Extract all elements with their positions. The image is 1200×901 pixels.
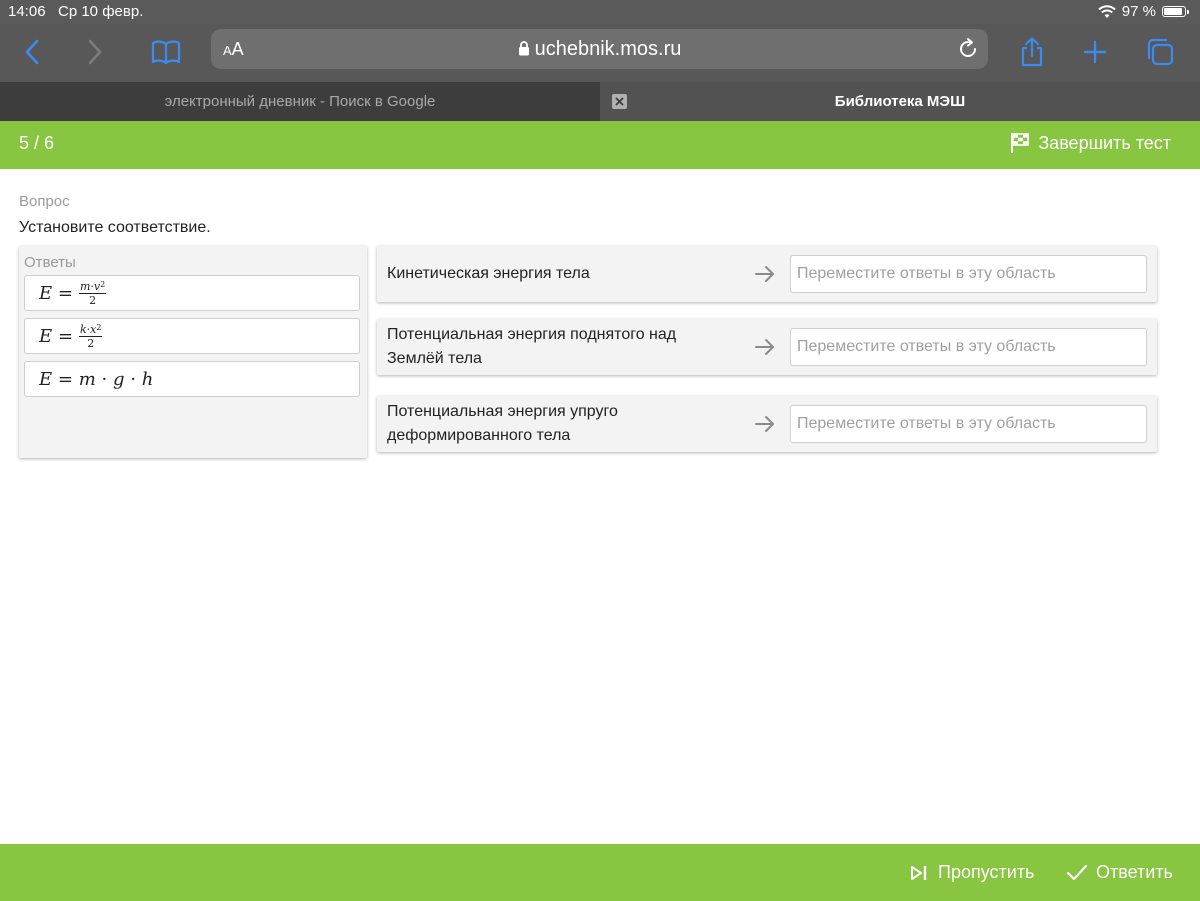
formula: E = m·v2 2 xyxy=(39,279,107,307)
answers-title: Ответы xyxy=(24,254,76,271)
forward-button[interactable] xyxy=(77,34,113,70)
share-icon xyxy=(1021,37,1043,67)
flag-icon xyxy=(1011,133,1030,153)
new-tab-button[interactable] xyxy=(1077,34,1113,70)
status-bar: 14:06 Ср 10 февр. 97 % xyxy=(0,0,1200,24)
check-icon xyxy=(1066,864,1088,880)
skip-button[interactable]: Пропустить xyxy=(910,862,1034,883)
question-label: Вопрос xyxy=(19,193,70,210)
share-button[interactable] xyxy=(1014,34,1050,70)
answers-pool[interactable]: Ответы E = m·v2 2 E = k·x2 2 E = m · g ·… xyxy=(19,246,367,458)
answer-card-potential-formula[interactable]: E = m · g · h xyxy=(24,361,360,397)
battery-icon xyxy=(1162,6,1189,17)
skip-label: Пропустить xyxy=(938,862,1035,882)
fraction: m·v2 2 xyxy=(78,279,107,307)
tabs-icon xyxy=(1147,38,1174,66)
new-tab-icon xyxy=(1083,40,1107,64)
answer-label: Ответить xyxy=(1096,862,1173,882)
url-display[interactable]: uchebnik.mos.ru xyxy=(211,38,988,61)
match-label: Кинетическая энергия тела xyxy=(387,265,590,282)
skip-icon xyxy=(911,865,927,880)
finish-test-button[interactable]: Завершить тест xyxy=(1010,132,1171,154)
tab-mesh-library[interactable]: Библиотека МЭШ xyxy=(600,82,1200,121)
match-row-potential-lifted: Потенциальная энергия поднятого над Землё… xyxy=(377,319,1157,375)
url-text: uchebnik.mos.ru xyxy=(534,38,682,60)
lock-icon xyxy=(518,41,529,56)
match-label: Потенциальная энергия упруго деформирован… xyxy=(387,403,618,444)
status-date: Ср 10 февр. xyxy=(58,3,144,20)
submit-answer-button[interactable]: Ответить xyxy=(1066,862,1173,883)
close-icon xyxy=(615,97,624,106)
drop-zone[interactable]: Переместите ответы в эту область xyxy=(790,255,1147,293)
answer-card-kinetic-formula[interactable]: E = m·v2 2 xyxy=(24,275,360,311)
tab-strip: электронный дневник - Поиск в Google Биб… xyxy=(0,82,1200,121)
arrow-right-icon xyxy=(755,339,774,355)
formula: E = m · g · h xyxy=(39,368,154,390)
address-bar[interactable]: AA uchebnik.mos.ru xyxy=(211,29,988,69)
tab-close-button[interactable] xyxy=(612,94,627,109)
battery-percent: 97 % xyxy=(1121,3,1156,20)
question-progress: 5 / 6 xyxy=(19,133,55,153)
drop-zone[interactable]: Переместите ответы в эту область xyxy=(790,328,1147,366)
bookmarks-button[interactable] xyxy=(148,34,184,70)
wifi-icon xyxy=(1098,4,1116,18)
test-header: 5 / 6 Завершить тест xyxy=(0,121,1200,169)
tabs-button[interactable] xyxy=(1142,34,1178,70)
back-icon xyxy=(25,39,39,65)
drop-zone[interactable]: Переместите ответы в эту область xyxy=(790,405,1147,443)
status-right: 97 % xyxy=(1098,3,1189,20)
forward-icon xyxy=(88,39,102,65)
formula: E = k·x2 2 xyxy=(39,322,103,350)
match-row-kinetic: Кинетическая энергия тела Переместите от… xyxy=(377,246,1157,302)
fraction: k·x2 2 xyxy=(78,322,103,350)
back-button[interactable] xyxy=(14,34,50,70)
question-text: Установите соответствие. xyxy=(19,219,211,236)
match-row-potential-elastic: Потенциальная энергия упруго деформирован… xyxy=(377,396,1157,452)
test-footer: Пропустить Ответить xyxy=(0,844,1200,901)
reload-icon[interactable] xyxy=(956,37,980,61)
match-label: Потенциальная энергия поднятого над Землё… xyxy=(387,326,677,367)
answer-card-elastic-formula[interactable]: E = k·x2 2 xyxy=(24,318,360,354)
arrow-right-icon xyxy=(755,266,774,282)
browser-toolbar: AA uchebnik.mos.ru xyxy=(0,24,1200,82)
tab-google-search[interactable]: электронный дневник - Поиск в Google xyxy=(0,82,600,121)
finish-test-label: Завершить тест xyxy=(1038,132,1171,153)
bookmarks-icon xyxy=(151,40,181,64)
status-time: 14:06 xyxy=(8,3,46,20)
arrow-right-icon xyxy=(755,416,774,432)
